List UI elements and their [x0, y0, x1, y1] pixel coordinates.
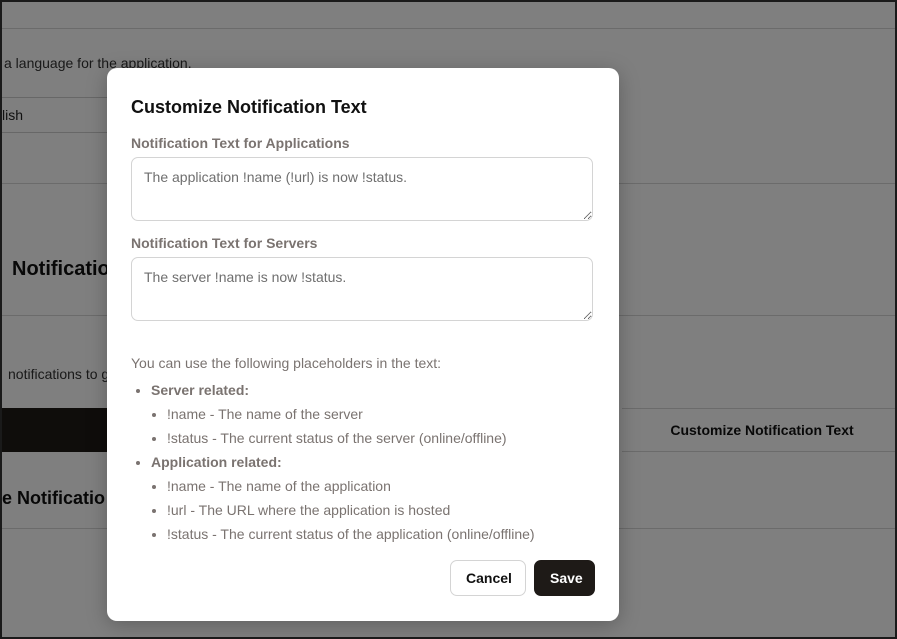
server-text-label: Notification Text for Servers: [131, 235, 318, 251]
app-text-label: Notification Text for Applications: [131, 135, 350, 151]
list-item: Application related: !name - The name of…: [151, 450, 595, 546]
dialog-actions: Cancel Save: [450, 560, 595, 596]
list-item: !url - The URL where the application is …: [167, 498, 595, 522]
list-item: !status - The current status of the appl…: [167, 522, 595, 546]
list-item: Server related: !name - The name of the …: [151, 378, 595, 450]
customize-notification-dialog: Customize Notification Text Notification…: [107, 68, 619, 621]
server-notification-textarea[interactable]: The server !name is now !status.: [131, 257, 593, 321]
dialog-title: Customize Notification Text: [131, 97, 367, 117]
list-item: !status - The current status of the serv…: [167, 426, 595, 450]
group-title-server: Server related:: [151, 382, 250, 398]
cancel-button[interactable]: Cancel: [450, 560, 526, 596]
placeholder-help-text: You can use the following placeholders i…: [131, 355, 442, 371]
app-window: a language for the application. lish Not…: [0, 0, 897, 639]
list-item: !name - The name of the server: [167, 402, 595, 426]
server-placeholder-list: !name - The name of the server !status -…: [167, 402, 595, 450]
application-placeholder-list: !name - The name of the application !url…: [167, 474, 595, 546]
app-notification-textarea[interactable]: The application !name (!url) is now !sta…: [131, 157, 593, 221]
list-item: !name - The name of the application: [167, 474, 595, 498]
placeholder-list: Server related: !name - The name of the …: [151, 378, 595, 546]
save-button[interactable]: Save: [534, 560, 595, 596]
group-title-application: Application related:: [151, 454, 282, 470]
